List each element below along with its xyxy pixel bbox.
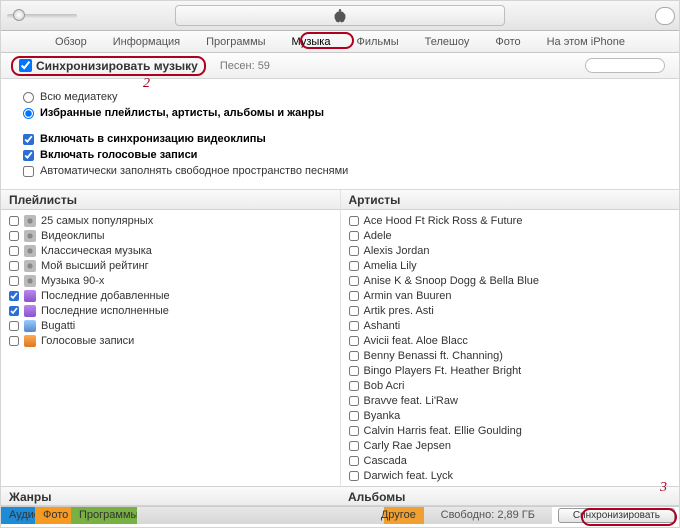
artist-item[interactable]: Benny Benassi ft. Channing) [341, 348, 680, 363]
playlist-item[interactable]: Последние исполненные [1, 303, 340, 318]
albums-header: Альбомы [340, 487, 679, 506]
cap-audio: Аудио [1, 507, 35, 524]
playlists-header: Плейлисты [1, 190, 340, 210]
sync-music-input[interactable] [19, 59, 32, 72]
option-check-0[interactable]: Включать в синхронизацию видеоклипы [23, 133, 657, 145]
annotation-3: 3 [660, 480, 667, 496]
apple-logo-icon [334, 9, 346, 23]
playlist-item[interactable]: Видеоклипы [1, 228, 340, 243]
playlist-icon [24, 260, 36, 272]
playlists-column: Плейлисты 25 самых популярныхВидеоклипыК… [1, 190, 341, 486]
volume-thumb[interactable] [13, 9, 25, 21]
playlist-item[interactable]: Классическая музыка [1, 243, 340, 258]
artist-item[interactable]: Bingo Players Ft. Heather Bright [341, 363, 680, 378]
artist-item[interactable]: Byanka [341, 408, 680, 423]
artist-item[interactable]: David Guetta & Afrojack Feat. Wynter Gor… [341, 483, 680, 486]
sync-music-checkbox[interactable]: Синхронизировать музыку [11, 56, 206, 76]
playlist-icon [24, 230, 36, 242]
playlist-icon [24, 215, 36, 227]
playlist-item[interactable]: Последние добавленные [1, 288, 340, 303]
playlist-icon [24, 275, 36, 287]
playlist-item[interactable]: Мой высший рейтинг [1, 258, 340, 273]
sync-options: Всю медиатеку Избранные плейлисты, артис… [1, 79, 679, 190]
tab-3[interactable]: Музыка [286, 34, 337, 50]
device-tabs: Обзор Информация Программы Музыка Фильмы Теле… [1, 31, 679, 53]
song-count: Песен: 59 [220, 60, 270, 72]
cap-free-label: Свободно: 2,89 ГБ [424, 507, 552, 524]
artist-item[interactable]: Adele [341, 228, 680, 243]
artists-header: Артисты [341, 190, 680, 210]
radio-all-library[interactable]: Всю медиатеку [23, 91, 657, 103]
option-check-1[interactable]: Включать голосовые записи [23, 149, 657, 161]
artist-item[interactable]: Anise K & Snoop Dogg & Bella Blue [341, 273, 680, 288]
cap-other: Другое [384, 507, 424, 524]
tab-7[interactable]: На этом iPhone [541, 34, 631, 50]
cap-free-space [137, 507, 384, 524]
sync-button[interactable]: Синхронизировать [558, 508, 675, 523]
playlist-item[interactable]: Bugatti [1, 318, 340, 333]
tab-0[interactable]: Обзор [49, 34, 93, 50]
artist-item[interactable]: Alexis Jordan [341, 243, 680, 258]
playlist-icon [24, 305, 36, 317]
radio-selected-items[interactable]: Избранные плейлисты, артисты, альбомы и … [23, 107, 657, 119]
playlist-icon [24, 290, 36, 302]
artist-item[interactable]: Bravve feat. Li'Raw [341, 393, 680, 408]
tab-6[interactable]: Фото [489, 34, 526, 50]
cap-apps: Программы [71, 507, 137, 524]
artist-item[interactable]: Calvin Harris feat. Ellie Goulding [341, 423, 680, 438]
artist-item[interactable]: Bob Acri [341, 378, 680, 393]
tab-4[interactable]: Фильмы [350, 34, 404, 50]
artists-column: Артисты Ace Hood Ft Rick Ross & FutureAd… [341, 190, 680, 486]
artist-item[interactable]: Ace Hood Ft Rick Ross & Future [341, 213, 680, 228]
artist-item[interactable]: Darwich feat. Lyck [341, 468, 680, 483]
volume-slider[interactable] [7, 14, 77, 18]
artist-item[interactable]: Cascada [341, 453, 680, 468]
artist-item[interactable]: Avicii feat. Aloe Blacc [341, 333, 680, 348]
content-columns: Плейлисты 25 самых популярныхВидеоклипыК… [1, 190, 679, 486]
artist-item[interactable]: Carly Rae Jepsen [341, 438, 680, 453]
artists-list[interactable]: Ace Hood Ft Rick Ross & FutureAdeleAlexi… [341, 210, 680, 486]
playlist-item[interactable]: 25 самых популярных [1, 213, 340, 228]
playlist-icon [24, 320, 36, 332]
filter-search[interactable] [585, 58, 665, 73]
annotation-2: 2 [143, 76, 150, 92]
cap-photo: Фото [35, 507, 71, 524]
option-check-2[interactable]: Автоматически заполнять свободное простр… [23, 165, 657, 177]
artist-item[interactable]: Amelia Lily [341, 258, 680, 273]
sync-header: Синхронизировать музыку Песен: 59 [1, 53, 679, 79]
now-playing-pill [175, 5, 505, 26]
artist-item[interactable]: Artik pres. Asti [341, 303, 680, 318]
search-toggle[interactable] [655, 7, 675, 25]
tab-5[interactable]: Телешоу [419, 34, 476, 50]
playlists-list[interactable]: 25 самых популярныхВидеоклипыКлассическа… [1, 210, 340, 486]
artist-item[interactable]: Ashanti [341, 318, 680, 333]
sync-music-label: Синхронизировать музыку [36, 59, 198, 73]
window-toolbar [1, 1, 679, 31]
playlist-icon [24, 335, 36, 347]
artist-item[interactable]: Armin van Buuren [341, 288, 680, 303]
playlist-item[interactable]: Голосовые записи [1, 333, 340, 348]
playlist-item[interactable]: Музыка 90-х [1, 273, 340, 288]
genres-header: Жанры [1, 487, 340, 506]
lower-headers: Жанры Альбомы [1, 486, 679, 506]
tab-1[interactable]: Информация [107, 34, 186, 50]
playlist-icon [24, 245, 36, 257]
tab-2[interactable]: Программы [200, 34, 271, 50]
capacity-bar: Аудио Фото Программы Другое Свободно: 2,… [1, 506, 679, 523]
